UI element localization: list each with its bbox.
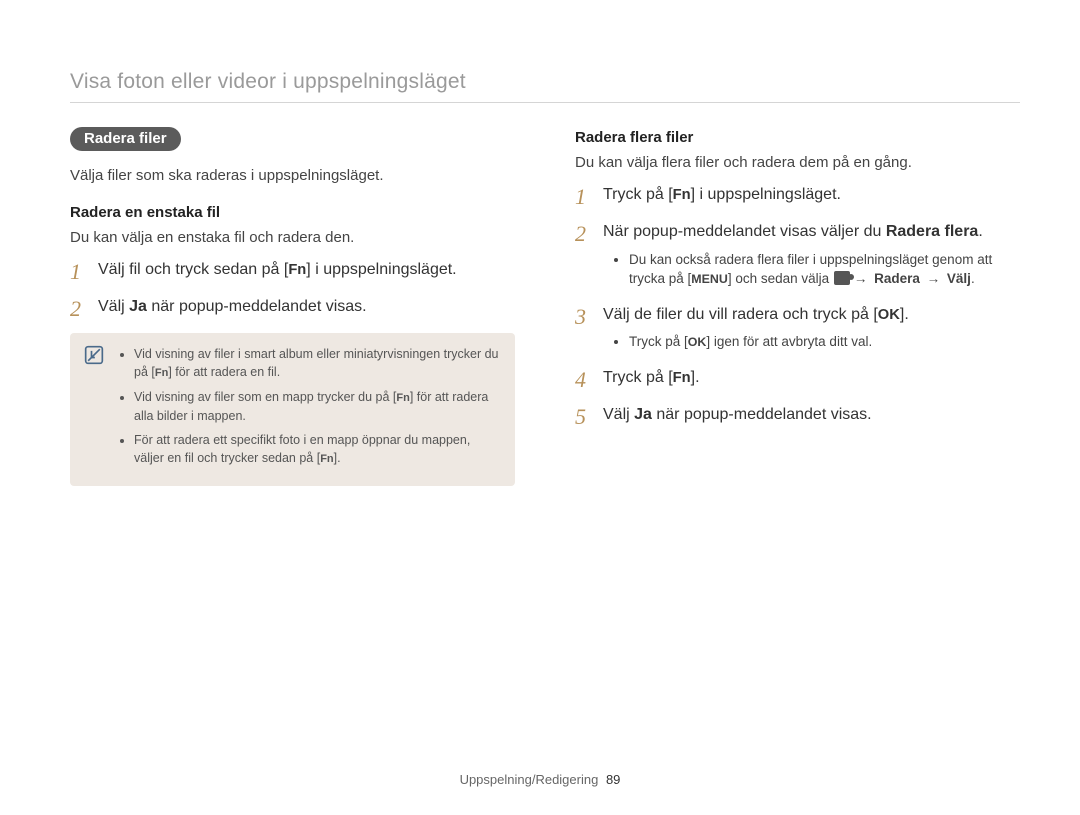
step-text: Välj	[603, 406, 634, 423]
step-text: Välj fil och tryck sedan på [	[98, 261, 288, 278]
manual-page: Visa foton eller videor i uppspelningslä…	[0, 0, 1080, 815]
note-item: Vid visning av filer i smart album eller…	[134, 345, 501, 382]
step-item: Välj Ja när popup-meddelandet visas.	[70, 295, 515, 318]
info-box-icon	[84, 345, 104, 365]
menu-key: MENU	[691, 272, 728, 286]
steps-list-left: Välj fil och tryck sedan på [Fn] i uppsp…	[70, 258, 515, 319]
step-text: Tryck på [	[603, 369, 673, 386]
sub-bullet: Du kan också radera flera filer i uppspe…	[629, 250, 1020, 289]
step-item: Välj de filer du vill radera och tryck p…	[575, 303, 1020, 352]
steps-list-right: Tryck på [Fn] i uppspelningsläget. När p…	[575, 183, 1020, 426]
step-bold: Ja	[634, 406, 652, 423]
fn-key: Fn	[396, 392, 409, 404]
step-text: Välj	[98, 298, 129, 315]
sub-heading: Radera en enstaka fil	[70, 204, 515, 221]
fn-key: Fn	[288, 262, 306, 278]
step-text: Tryck på [	[603, 186, 673, 203]
fn-key: Fn	[155, 367, 168, 379]
step-text: när popup-meddelandet visas.	[147, 298, 367, 315]
ok-key: OK	[878, 307, 900, 323]
settings-icon	[834, 271, 850, 285]
step-text: ].	[691, 369, 700, 386]
sub-text: ] och sedan välja	[728, 271, 833, 286]
page-title: Visa foton eller videor i uppspelningslä…	[70, 70, 1020, 94]
sub-text: Tryck på [	[629, 334, 688, 349]
note-box: Vid visning av filer i smart album eller…	[70, 333, 515, 486]
note-list: Vid visning av filer i smart album eller…	[116, 345, 501, 474]
left-column: Radera filer Välja filer som ska raderas…	[70, 127, 515, 486]
step-text: när popup-meddelandet visas.	[652, 406, 872, 423]
note-item: Vid visning av filer som en mapp trycker…	[134, 388, 501, 425]
step-text: ] i uppspelningsläget.	[691, 186, 841, 203]
sub-bold: Välj	[943, 271, 971, 286]
sub-intro: Du kan välja en enstaka fil och radera d…	[70, 227, 515, 248]
step-text: När popup-meddelandet visas väljer du	[603, 223, 886, 240]
ok-key: OK	[688, 335, 707, 349]
note-icon	[84, 345, 104, 474]
sub-bullet: Tryck på [OK] igen för att avbryta ditt …	[629, 332, 1020, 352]
header-rule	[70, 102, 1020, 103]
step-text: Välj de filer du vill radera och tryck p…	[603, 306, 878, 323]
fn-key: Fn	[320, 453, 333, 465]
note-text: ] för att radera en fil.	[168, 365, 280, 379]
sub-bullet-list: Du kan också radera flera filer i uppspe…	[609, 250, 1020, 289]
step-text: .	[978, 223, 982, 240]
step-item: Tryck på [Fn] i uppspelningsläget.	[575, 183, 1020, 206]
page-number: 89	[606, 772, 620, 787]
right-column: Radera flera filer Du kan välja flera fi…	[575, 127, 1020, 486]
section-badge: Radera filer	[70, 127, 181, 151]
note-text: ].	[334, 451, 341, 465]
arrow-icon: →	[924, 271, 944, 286]
sub-intro: Du kan välja flera filer och radera dem …	[575, 152, 1020, 173]
arrow-icon: →	[851, 271, 871, 286]
step-item: När popup-meddelandet visas väljer du Ra…	[575, 220, 1020, 288]
sub-text: .	[971, 271, 975, 286]
sub-text: ] igen för att avbryta ditt val.	[706, 334, 872, 349]
step-text: ].	[900, 306, 909, 323]
fn-key: Fn	[673, 187, 691, 203]
note-item: För att radera ett specifikt foto i en m…	[134, 431, 501, 468]
page-footer: Uppspelning/Redigering 89	[0, 772, 1080, 787]
two-column-layout: Radera filer Välja filer som ska raderas…	[70, 127, 1020, 486]
intro-text: Välja filer som ska raderas i uppspelnin…	[70, 165, 515, 186]
step-text: ] i uppspelningsläget.	[306, 261, 456, 278]
step-item: Välj fil och tryck sedan på [Fn] i uppsp…	[70, 258, 515, 281]
note-text: Vid visning av filer som en mapp trycker…	[134, 390, 396, 404]
step-bold: Ja	[129, 298, 147, 315]
sub-heading: Radera flera filer	[575, 129, 1020, 146]
note-text: För att radera ett specifikt foto i en m…	[134, 433, 470, 465]
fn-key: Fn	[673, 370, 691, 386]
step-item: Välj Ja när popup-meddelandet visas.	[575, 403, 1020, 426]
sub-bullet-list: Tryck på [OK] igen för att avbryta ditt …	[609, 332, 1020, 352]
step-item: Tryck på [Fn].	[575, 366, 1020, 389]
sub-bold: Radera	[870, 271, 923, 286]
footer-section: Uppspelning/Redigering	[460, 772, 599, 787]
step-bold: Radera flera	[886, 223, 979, 240]
